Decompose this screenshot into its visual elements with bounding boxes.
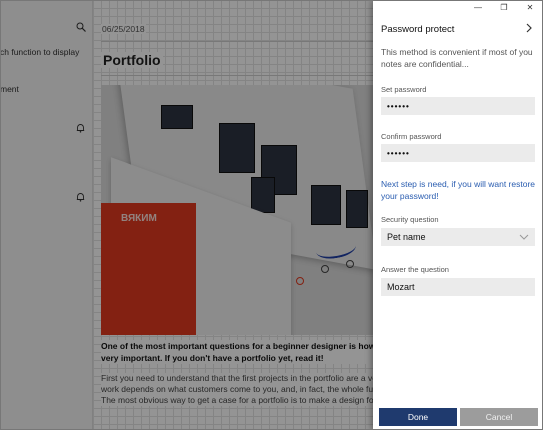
security-question-value: Pet name [387, 232, 426, 242]
confirm-password-field[interactable]: •••••• [381, 144, 535, 162]
security-question-select[interactable]: Pet name [381, 228, 535, 246]
restore-hint-text: Next step is need, if you will want rest… [381, 179, 536, 201]
confirm-password-value: •••••• [387, 148, 410, 158]
close-button[interactable]: ✕ [517, 0, 543, 14]
chevron-down-icon [519, 234, 529, 240]
set-password-field[interactable]: •••••• [381, 97, 535, 115]
answer-field[interactable]: Mozart [381, 278, 535, 296]
set-password-label: Set password [381, 85, 427, 94]
window-controls: — ❐ ✕ [465, 0, 543, 14]
security-question-label: Security question [381, 215, 439, 224]
app-window: ch function to display ment 06/25/2018 P… [0, 0, 543, 430]
done-button[interactable]: Done [379, 408, 457, 426]
confirm-password-label: Confirm password [381, 132, 442, 141]
set-password-value: •••••• [387, 101, 410, 111]
chevron-right-icon[interactable] [525, 23, 533, 33]
cancel-button[interactable]: Cancel [460, 408, 538, 426]
panel-description: This method is convenient if most of you… [381, 47, 533, 69]
panel-title: Password protect [381, 24, 455, 35]
answer-value: Mozart [387, 282, 415, 292]
maximize-button[interactable]: ❐ [491, 0, 517, 14]
modal-overlay[interactable] [0, 0, 373, 430]
minimize-button[interactable]: — [465, 0, 491, 14]
password-protect-panel: — ❐ ✕ Password protect This method is co… [373, 0, 543, 430]
answer-label: Answer the question [381, 265, 449, 274]
